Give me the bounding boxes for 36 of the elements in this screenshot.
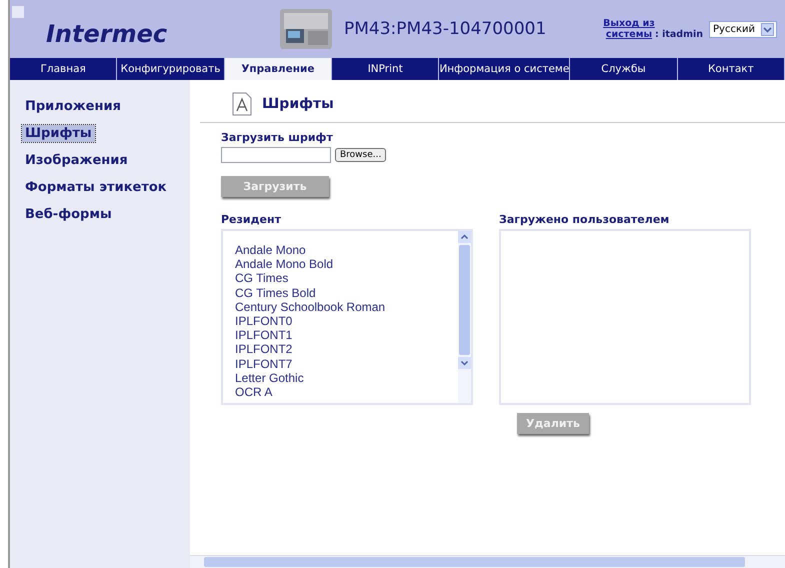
language-select[interactable]: Русский <box>709 20 777 38</box>
resident-font-list[interactable]: Andale Mono Andale Mono Bold CG Times CG Times Bold Century Schoolbook Roman IPLFONT0 IPLFONT1 IPLFONT2 IPLFONT7 Letter Gothic OCR A <box>221 229 473 405</box>
browse-button[interactable]: Browse... <box>335 148 386 162</box>
logout-link[interactable]: Выход из системы <box>602 18 655 40</box>
device-title: PM43:PM43-104700001 <box>344 19 546 39</box>
file-path-field[interactable] <box>221 147 331 163</box>
printer-icon <box>278 7 334 51</box>
font-list-item[interactable]: OCR A <box>235 385 458 400</box>
font-list-item[interactable]: Letter Gothic <box>235 370 458 386</box>
font-list-item[interactable]: CG Times <box>235 271 458 286</box>
logo: Intermec <box>46 20 168 48</box>
font-list-item[interactable]: IPLFONT1 <box>235 328 458 342</box>
scroll-down-icon[interactable] <box>458 357 471 369</box>
sidebar-item[interactable]: Приложения <box>22 98 124 115</box>
vertical-scrollbar[interactable] <box>458 231 471 403</box>
sidebar-item[interactable]: Шрифты <box>22 125 95 142</box>
font-list-item[interactable]: Andale Mono <box>235 243 458 258</box>
font-list-item[interactable]: IPLFONT2 <box>235 342 458 357</box>
logo-square-icon <box>12 6 24 18</box>
sidebar-item[interactable]: Форматы этикеток <box>22 179 170 196</box>
font-file-icon <box>232 92 252 116</box>
upload-label: Загрузить шрифт <box>221 131 334 144</box>
sidebar-item[interactable]: Изображения <box>22 152 131 169</box>
font-list-item[interactable]: IPLFONT7 <box>235 356 458 371</box>
scroll-up-icon[interactable] <box>458 231 471 243</box>
page-title: Шрифты <box>262 96 334 112</box>
nav-tab[interactable]: Управление <box>224 58 332 80</box>
font-list-item[interactable]: IPLFONT0 <box>235 314 458 328</box>
font-list-item[interactable]: Andale Mono Bold <box>235 257 458 272</box>
user-label: : itadmin <box>654 29 704 40</box>
user-loaded-label: Загружено пользователем <box>499 213 670 226</box>
sidebar-item[interactable]: Веб-формы <box>22 206 115 223</box>
font-list-item[interactable]: CG Times Bold <box>235 286 458 300</box>
font-list-item[interactable]: Century Schoolbook Roman <box>235 300 458 314</box>
horizontal-scrollbar[interactable] <box>190 555 785 568</box>
resident-label: Резидент <box>221 213 282 226</box>
